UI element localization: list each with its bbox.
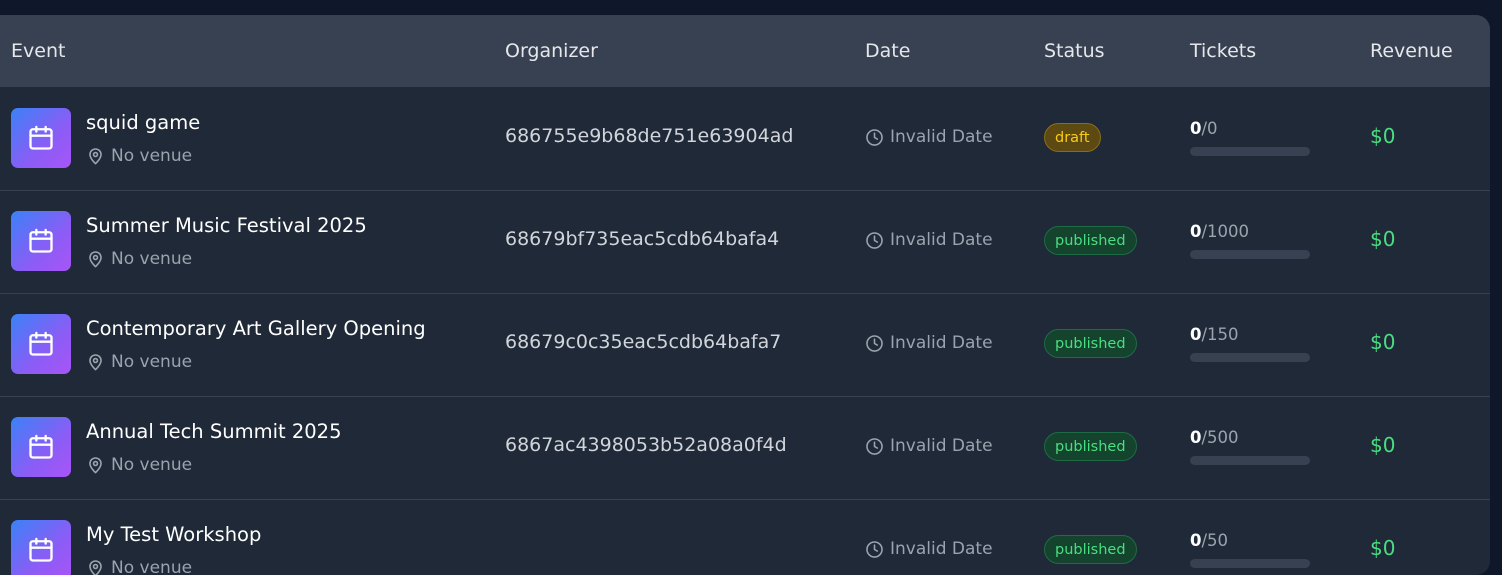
event-title[interactable]: squid game (86, 111, 200, 134)
header-tickets[interactable]: Tickets (1190, 15, 1256, 87)
event-date: Invalid Date (865, 230, 993, 250)
event-title[interactable]: Annual Tech Summit 2025 (86, 420, 341, 443)
clock-icon (865, 128, 884, 147)
table-row[interactable]: squid game No venue 686755e9b68de751e63904… (0, 87, 1490, 191)
date-label: Invalid Date (890, 230, 993, 250)
calendar-icon (11, 314, 71, 374)
venue-label: No venue (111, 352, 192, 372)
organizer-id: 68679bf735eac5cdb64bafa4 (505, 228, 779, 250)
organizer-id: 68679c0c35eac5cdb64bafa7 (505, 331, 781, 353)
revenue-value: $0 (1370, 330, 1395, 354)
tickets-capacity: 150 (1207, 325, 1239, 344)
table-row[interactable]: Contemporary Art Gallery Opening No venue… (0, 293, 1490, 397)
event-venue: No venue (86, 454, 192, 476)
status-badge: published (1044, 535, 1137, 564)
venue-label: No venue (111, 146, 192, 166)
header-event[interactable]: Event (11, 15, 65, 87)
map-pin-icon (86, 250, 105, 269)
tickets-count: 0/1000 (1190, 222, 1249, 241)
tickets-progress-bar (1190, 250, 1310, 259)
clock-icon (865, 334, 884, 353)
event-venue: No venue (86, 351, 192, 373)
calendar-icon (11, 211, 71, 271)
venue-label: No venue (111, 249, 192, 269)
event-title[interactable]: My Test Workshop (86, 523, 261, 546)
tickets-sold: 0 (1190, 428, 1201, 447)
event-venue: No venue (86, 557, 192, 575)
date-label: Invalid Date (890, 436, 993, 456)
tickets-capacity: 500 (1207, 428, 1239, 447)
date-label: Invalid Date (890, 127, 993, 147)
venue-label: No venue (111, 455, 192, 475)
header-status[interactable]: Status (1044, 15, 1105, 87)
event-venue: No venue (86, 145, 192, 167)
event-title[interactable]: Contemporary Art Gallery Opening (86, 317, 426, 340)
table-row[interactable]: Summer Music Festival 2025 No venue 68679b… (0, 190, 1490, 294)
header-revenue[interactable]: Revenue (1370, 15, 1453, 87)
clock-icon (865, 437, 884, 456)
event-date: Invalid Date (865, 127, 993, 147)
tickets-progress-bar (1190, 147, 1310, 156)
header-date[interactable]: Date (865, 15, 910, 87)
event-venue: No venue (86, 248, 192, 270)
event-date: Invalid Date (865, 333, 993, 353)
revenue-value: $0 (1370, 433, 1395, 457)
tickets-count: 0/500 (1190, 428, 1239, 447)
calendar-icon (11, 520, 71, 575)
map-pin-icon (86, 456, 105, 475)
map-pin-icon (86, 353, 105, 372)
table-row[interactable]: Annual Tech Summit 2025 No venue 6867ac439… (0, 396, 1490, 500)
tickets-progress-bar (1190, 353, 1310, 362)
event-date: Invalid Date (865, 436, 993, 456)
tickets-count: 0/0 (1190, 119, 1218, 138)
tickets-capacity: 1000 (1207, 222, 1249, 241)
clock-icon (865, 540, 884, 559)
revenue-value: $0 (1370, 536, 1395, 560)
map-pin-icon (86, 147, 105, 166)
calendar-icon (11, 417, 71, 477)
calendar-icon (11, 108, 71, 168)
status-badge: published (1044, 329, 1137, 358)
date-label: Invalid Date (890, 333, 993, 353)
organizer-id: 6867ac4398053b52a08a0f4d (505, 434, 787, 456)
tickets-sold: 0 (1190, 119, 1201, 138)
tickets-capacity: 0 (1207, 119, 1218, 138)
organizer-id: 686755e9b68de751e63904ad (505, 125, 793, 147)
header-organizer[interactable]: Organizer (505, 15, 598, 87)
status-badge: draft (1044, 123, 1101, 152)
tickets-count: 0/150 (1190, 325, 1239, 344)
status-badge: published (1044, 432, 1137, 461)
venue-label: No venue (111, 558, 192, 575)
tickets-progress-bar (1190, 559, 1310, 568)
table-header: Event Organizer Date Status Tickets Reve… (0, 15, 1490, 87)
tickets-sold: 0 (1190, 222, 1201, 241)
revenue-value: $0 (1370, 124, 1395, 148)
date-label: Invalid Date (890, 539, 993, 559)
revenue-value: $0 (1370, 227, 1395, 251)
events-table: Event Organizer Date Status Tickets Reve… (0, 15, 1490, 575)
status-badge: published (1044, 226, 1137, 255)
table-row[interactable]: My Test Workshop No venue Invalid Date publ… (0, 499, 1490, 575)
map-pin-icon (86, 559, 105, 575)
clock-icon (865, 231, 884, 250)
event-date: Invalid Date (865, 539, 993, 559)
tickets-progress-bar (1190, 456, 1310, 465)
event-title[interactable]: Summer Music Festival 2025 (86, 214, 367, 237)
tickets-sold: 0 (1190, 325, 1201, 344)
